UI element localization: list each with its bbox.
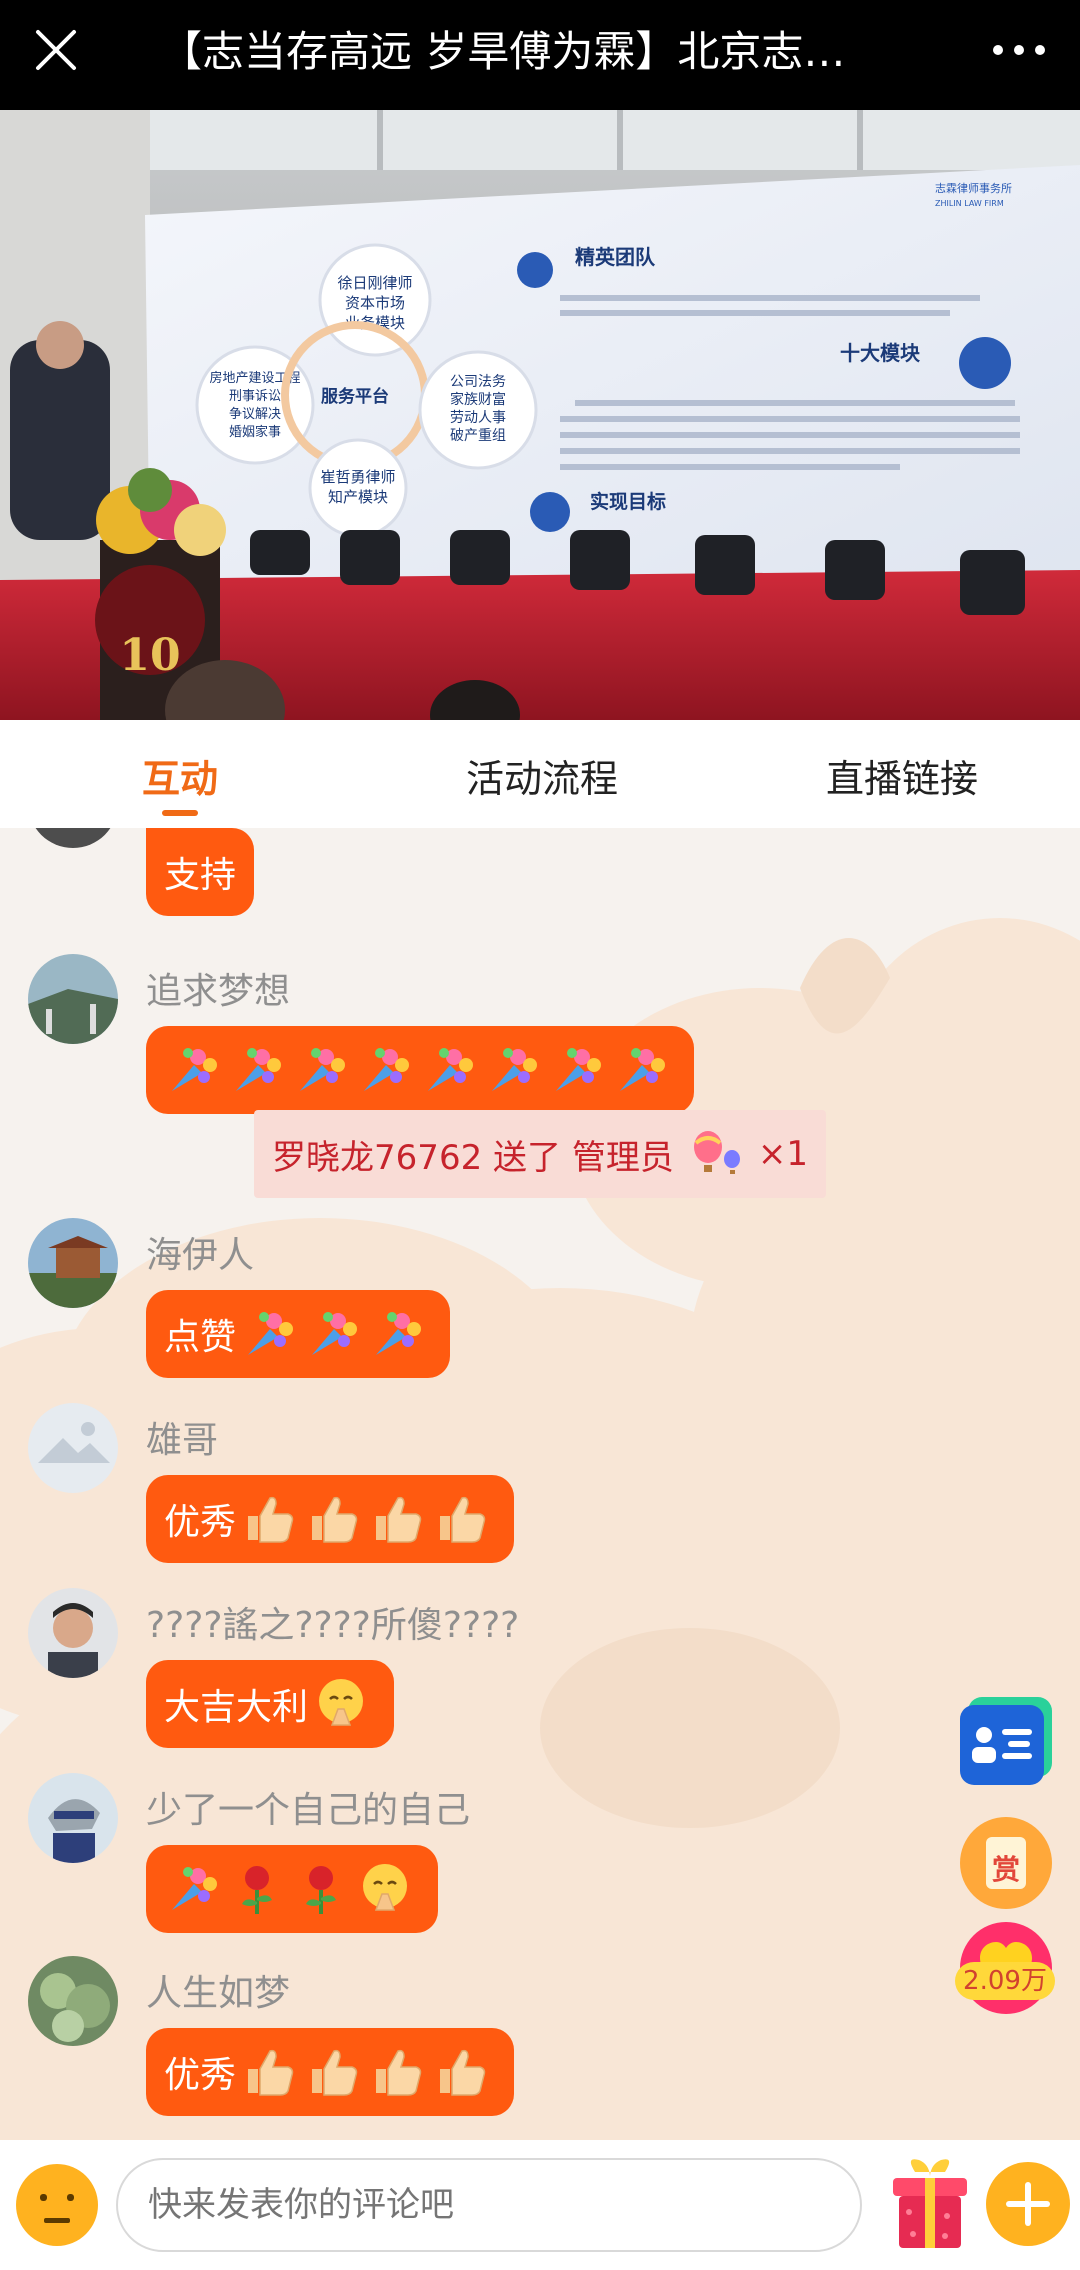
- bouquet-emoji-icon: [428, 1048, 473, 1091]
- message-bubble: 优秀: [146, 2028, 515, 2116]
- user-name: 海伊人: [146, 1235, 255, 1276]
- reward-button[interactable]: 赏: [958, 1815, 1054, 1911]
- contact-card-icon: [960, 1697, 1052, 1785]
- thumbs-up-emoji-icon: [248, 1496, 294, 1543]
- avatar[interactable]: [28, 1956, 118, 2046]
- user-name: 少了一个自己的自己: [146, 1790, 471, 1831]
- gift-count: ×1: [757, 1134, 808, 1174]
- rose-emoji-icon: [242, 1866, 272, 1914]
- tab-interact[interactable]: 互动: [142, 748, 218, 803]
- gift-box-icon[interactable]: [885, 2154, 975, 2254]
- reward-icon: 赏: [960, 1817, 1052, 1909]
- pray-emoji-icon: [363, 1864, 407, 1911]
- svg-text:争议解决: 争议解决: [229, 407, 281, 422]
- tab-bar: 互动 活动流程 直播链接: [0, 720, 1080, 828]
- svg-text:ZHILIN LAW FIRM: ZHILIN LAW FIRM: [935, 199, 1004, 208]
- message-text: 点赞: [164, 1317, 237, 1358]
- user-name: 追求梦想: [146, 971, 291, 1012]
- bouquet-emoji-icon: [376, 1312, 422, 1355]
- bouquet-emoji-icon: [492, 1048, 537, 1091]
- podium-number: 10: [119, 630, 180, 681]
- close-icon[interactable]: [28, 22, 84, 78]
- svg-text:破产重组: 破产重组: [450, 428, 506, 444]
- svg-text:崔哲勇律师: 崔哲勇律师: [320, 468, 395, 486]
- avatar[interactable]: [28, 1218, 118, 1308]
- bouquet-emoji-icon: [620, 1048, 665, 1091]
- plus-icon[interactable]: [984, 2160, 1072, 2248]
- message-bubble: [146, 1026, 694, 1114]
- message-text: 优秀: [164, 1502, 237, 1543]
- bottom-bar: [0, 2140, 1080, 2270]
- user-name: ????謠之????所傻????: [146, 1605, 520, 1646]
- svg-text:婚姻家事: 婚姻家事: [229, 424, 281, 440]
- stage-section2: 十大模块: [840, 341, 921, 365]
- bouquet-emoji-icon: [172, 1048, 217, 1091]
- bouquet-emoji-icon: [300, 1048, 345, 1091]
- message-bubble: 点赞: [146, 1290, 451, 1378]
- bouquet-emoji-icon: [248, 1312, 294, 1355]
- avatar[interactable]: [28, 1588, 118, 1678]
- user-name: 雄哥: [146, 1420, 219, 1461]
- bouquet-emoji-icon: [556, 1048, 601, 1091]
- thumbs-up-emoji-icon: [440, 2049, 486, 2096]
- message-bubble: 优秀: [146, 1475, 515, 1563]
- avatar[interactable]: [28, 1773, 118, 1863]
- tab-live-link[interactable]: 直播链接: [826, 748, 978, 803]
- tab-schedule[interactable]: 活动流程: [466, 748, 618, 803]
- svg-text:刑事诉讼: 刑事诉讼: [229, 389, 281, 404]
- stage-section3: 实现目标: [590, 490, 666, 513]
- message-bubble: [146, 1845, 438, 1933]
- stage-center-label: 服务平台: [321, 386, 389, 407]
- thumbs-up-emoji-icon: [312, 1496, 358, 1543]
- gift-notice-text: 罗晓龙76762 送了 管理员: [272, 1137, 674, 1178]
- avatar[interactable]: [28, 954, 118, 1044]
- comment-input[interactable]: [116, 2158, 862, 2252]
- stage-left-line1: 徐日刚律师: [337, 274, 412, 292]
- thumbs-up-emoji-icon: [248, 2049, 294, 2096]
- avatar[interactable]: [28, 1403, 118, 1493]
- thumbs-up-emoji-icon: [312, 2049, 358, 2096]
- live-video[interactable]: 徐日刚律师 资本市场 业务模块 房地产建设工程 刑事诉讼 争议解决 婚姻家事 服…: [0, 110, 1080, 720]
- rose-emoji-icon: [306, 1866, 336, 1914]
- svg-text:家族财富: 家族财富: [450, 391, 506, 408]
- message-bubble: 大吉大利: [146, 1660, 395, 1748]
- message-bubble: 支持: [146, 828, 255, 916]
- stage-left-line2: 资本市场: [345, 294, 405, 312]
- chat-feed[interactable]: 支持 追求梦想 罗晓龙76762 送了 管理员 ×1 海伊人 点赞 雄哥 优秀 …: [0, 828, 1080, 2140]
- top-bar: 【志当存高远 岁旱傅为霖】北京志…: [0, 0, 1080, 110]
- svg-text:公司法务: 公司法务: [450, 374, 506, 390]
- stage-logo: 志霖律师事务所: [935, 182, 1012, 195]
- reward-label: 赏: [992, 1853, 1020, 1886]
- thumbs-up-emoji-icon: [376, 2049, 422, 2096]
- svg-text:知产模块: 知产模块: [328, 488, 388, 506]
- stage-scene: 徐日刚律师 资本市场 业务模块 房地产建设工程 刑事诉讼 争议解决 婚姻家事 服…: [0, 110, 1080, 720]
- bouquet-emoji-icon: [312, 1312, 358, 1355]
- message-text: 支持: [164, 855, 237, 896]
- likes-count: 2.09万: [955, 1962, 1055, 2000]
- pray-emoji-icon: [319, 1679, 364, 1726]
- emoji-face-icon[interactable]: [14, 2162, 100, 2248]
- user-name: 人生如梦: [146, 1973, 291, 2014]
- card-button[interactable]: [958, 1695, 1054, 1791]
- bouquet-emoji-icon: [172, 1867, 217, 1910]
- bouquet-emoji-icon: [236, 1048, 281, 1091]
- message-text: 优秀: [164, 2055, 237, 2096]
- svg-text:劳动人事: 劳动人事: [450, 410, 506, 426]
- tab-active-indicator: [162, 810, 198, 816]
- thumbs-up-emoji-icon: [440, 1496, 486, 1543]
- more-icon[interactable]: [984, 22, 1054, 78]
- stage-section1: 精英团队: [575, 245, 656, 269]
- hot-air-balloon-icon: [693, 1131, 740, 1174]
- thumbs-up-emoji-icon: [376, 1496, 422, 1543]
- page-title: 【志当存高远 岁旱傅为霖】北京志…: [160, 27, 846, 76]
- bouquet-emoji-icon: [364, 1048, 409, 1091]
- gift-notice: 罗晓龙76762 送了 管理员 ×1: [254, 1110, 826, 1198]
- message-text: 大吉大利: [164, 1687, 309, 1728]
